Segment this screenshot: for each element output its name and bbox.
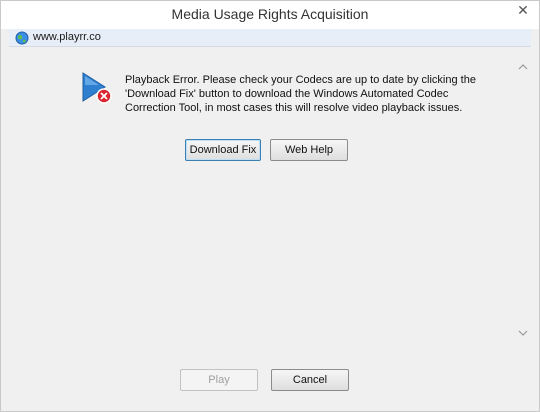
error-message: Playback Error. Please check your Codecs… xyxy=(125,74,476,114)
dialog-content: Playback Error. Please check your Codecs… xyxy=(9,47,531,405)
scroll-up-icon[interactable] xyxy=(517,61,529,73)
dialog-window: Media Usage Rights Acquisition ✕ www.pla… xyxy=(0,0,540,412)
cancel-button[interactable]: Cancel xyxy=(271,369,349,391)
play-button[interactable]: Play xyxy=(180,369,258,391)
title-bar[interactable]: Media Usage Rights Acquisition ✕ xyxy=(1,1,539,29)
window-title: Media Usage Rights Acquisition xyxy=(171,6,369,22)
download-fix-button[interactable]: Download Fix xyxy=(185,139,261,161)
close-button[interactable]: ✕ xyxy=(509,1,537,19)
address-bar: www.playrr.co xyxy=(9,29,531,47)
url-text: www.playrr.co xyxy=(33,31,101,43)
scroll-down-icon[interactable] xyxy=(517,327,529,339)
media-error-icon xyxy=(82,72,112,104)
globe-icon xyxy=(15,31,29,45)
web-help-button[interactable]: Web Help xyxy=(270,139,348,161)
